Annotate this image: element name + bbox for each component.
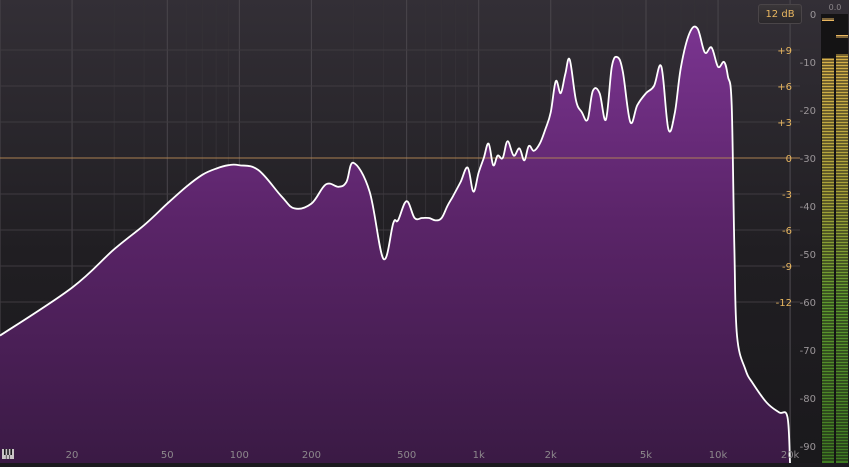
db-label: -3 bbox=[782, 190, 792, 201]
top-level-label: 0 bbox=[810, 10, 816, 21]
freq-label: 10k bbox=[709, 450, 728, 461]
db-label: +9 bbox=[777, 46, 792, 57]
spectrum-analyzer: 20 50 100 200 500 1k 2k 5k 10k 20k +9 +6 +3 0 -3 -6 -9-… bbox=[0, 0, 849, 466]
meter-peak-readout: 0.0 bbox=[829, 3, 842, 12]
level-label: -30 bbox=[800, 154, 816, 165]
freq-label: 2k bbox=[545, 450, 557, 461]
freq-label: 20k bbox=[781, 450, 800, 461]
level-label: -20 bbox=[800, 106, 816, 117]
freq-label: 50 bbox=[161, 450, 174, 461]
freq-label: 500 bbox=[397, 450, 416, 461]
spectrum-chart: 20 50 100 200 500 1k 2k 5k 10k 20k +9+6+30-3-6-9-… bbox=[0, 0, 849, 466]
level-meter bbox=[821, 14, 848, 463]
freq-label: 5k bbox=[640, 450, 652, 461]
meter-bar-left bbox=[822, 58, 834, 463]
level-label: -40 bbox=[800, 202, 816, 213]
range-button[interactable]: 12 dB bbox=[758, 4, 802, 24]
level-label: -80 bbox=[800, 394, 816, 405]
level-label: -50 bbox=[800, 250, 816, 261]
level-label: -90 bbox=[800, 442, 816, 453]
db-label: -6 bbox=[782, 226, 792, 237]
piano-icon[interactable] bbox=[2, 449, 14, 459]
db-label: 0 bbox=[786, 154, 792, 165]
freq-label: 20 bbox=[66, 450, 79, 461]
db-label: -12 bbox=[776, 298, 792, 309]
db-label: -9 bbox=[782, 262, 792, 273]
freq-label: 200 bbox=[302, 450, 321, 461]
level-label: -60 bbox=[800, 298, 816, 309]
db-label: +3 bbox=[777, 118, 792, 129]
freq-label: 1k bbox=[473, 450, 485, 461]
level-label: -10 bbox=[800, 58, 816, 69]
db-label: +6 bbox=[777, 82, 792, 93]
level-label: -70 bbox=[800, 346, 816, 357]
freq-label: 100 bbox=[230, 450, 249, 461]
